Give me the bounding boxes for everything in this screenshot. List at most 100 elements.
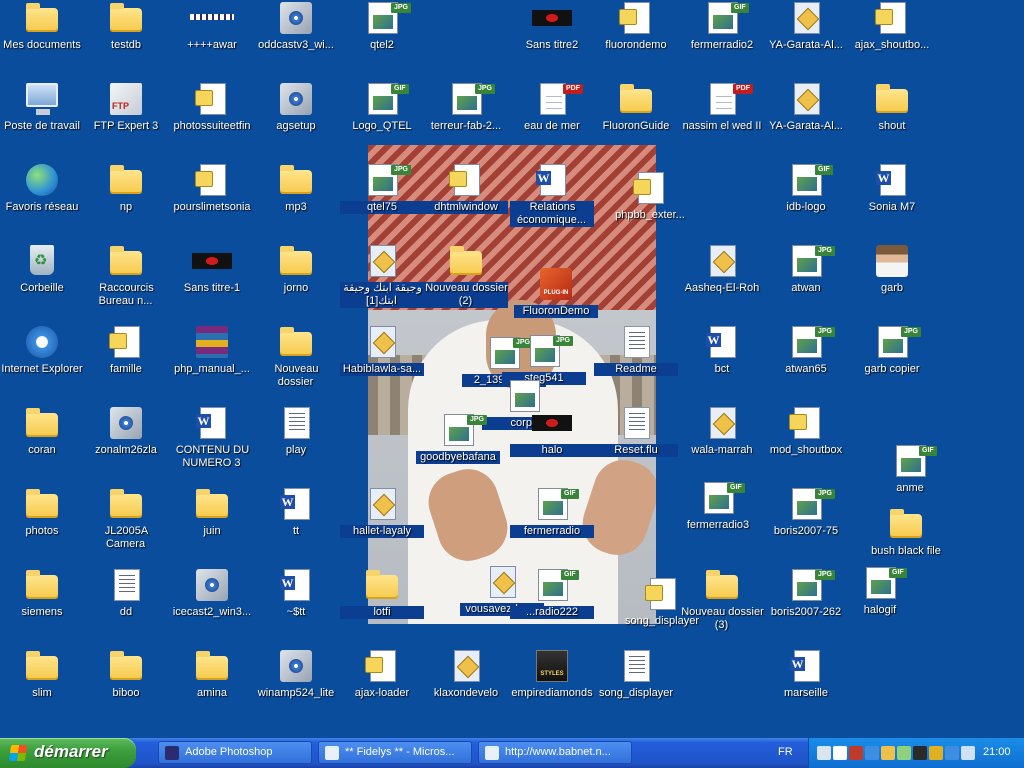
desktop-icon[interactable]: YA-Garata-Al... (764, 2, 848, 80)
desktop-icon[interactable]: JPG qtel2 (340, 2, 424, 80)
desktop-icon[interactable]: JL2005A Camera (84, 488, 168, 566)
desktop-icon[interactable]: hallet-layaly (340, 488, 424, 566)
desktop-icon[interactable]: play (254, 407, 338, 485)
desktop-icon[interactable]: halo (510, 407, 594, 485)
desktop-icon[interactable]: amina (170, 650, 254, 728)
desktop-icon[interactable]: wala-marrah (680, 407, 764, 485)
desktop-icon[interactable]: ajax_shoutbo... (850, 2, 934, 80)
desktop-icon[interactable]: dd (84, 569, 168, 647)
desktop-icon[interactable]: agsetup (254, 83, 338, 161)
link-icon[interactable] (945, 746, 959, 760)
desktop-icon[interactable]: Habiblawla-sa... (340, 326, 424, 404)
disconnected-icon[interactable] (849, 746, 863, 760)
desktop-icon[interactable]: JPG atwan (764, 245, 848, 323)
desktop-icon[interactable]: JPG boris2007-75 (764, 488, 848, 566)
desktop-icon[interactable]: biboo (84, 650, 168, 728)
desktop-icon[interactable]: fluorondemo (594, 2, 678, 80)
clock[interactable]: 21:00 (983, 746, 1011, 758)
language-indicator[interactable]: FR (778, 746, 793, 758)
desktop-icon[interactable]: JPG garb copier (850, 326, 934, 404)
meter-icon[interactable] (913, 746, 927, 760)
desktop-icon[interactable]: JPG qtel75 (340, 164, 424, 242)
desktop-icon[interactable]: shout (850, 83, 934, 161)
desktop-icon[interactable]: winamp524_lite (254, 650, 338, 728)
speaker-icon[interactable] (881, 746, 895, 760)
calendar-126-icon[interactable] (833, 746, 847, 760)
taskbar-button[interactable]: ** Fidelys ** - Micros... (318, 741, 472, 764)
desktop-icon[interactable]: Favoris réseau (0, 164, 84, 242)
desktop-icon[interactable]: php_manual_... (170, 326, 254, 404)
display-icon[interactable] (929, 746, 943, 760)
desktop-icon[interactable]: garb (850, 245, 934, 323)
desktop-icon[interactable]: Sans titre2 (510, 2, 594, 80)
desktop-icon[interactable]: Relations économique... (510, 164, 594, 242)
desktop-icon[interactable]: dhtmlwindow (424, 164, 508, 242)
desktop-icon[interactable]: YA-Garata-Al... (764, 83, 848, 161)
desktop-icon[interactable]: mp3 (254, 164, 338, 242)
desktop-icon[interactable]: np (84, 164, 168, 242)
desktop-icon[interactable]: GIF ...radio222 (510, 569, 594, 647)
desktop-icon[interactable]: phpbb_exter... (608, 172, 692, 250)
network-icon[interactable] (817, 746, 831, 760)
desktop-icon[interactable]: empirediamonds (510, 650, 594, 728)
start-button[interactable]: démarrer (0, 738, 136, 768)
monitor-icon[interactable] (961, 746, 975, 760)
desktop-icon[interactable]: CONTENU DU NUMERO 3 (170, 407, 254, 485)
desktop-icon[interactable]: Internet Explorer (0, 326, 84, 404)
desktop-icon[interactable]: ++++awar (170, 2, 254, 80)
desktop-icon[interactable]: photossuiteetfin (170, 83, 254, 161)
desktop-icon[interactable]: Sonia M7 (850, 164, 934, 242)
desktop-icon[interactable]: siemens (0, 569, 84, 647)
desktop-icon[interactable]: FluoronGuide (594, 83, 678, 161)
desktop-icon[interactable]: zonalm26zla (84, 407, 168, 485)
desktop-icon[interactable]: GIF fermerradio2 (680, 2, 764, 80)
desktop-icon[interactable]: JPG goodbyebafana (416, 414, 500, 492)
mail-icon[interactable] (897, 746, 911, 760)
desktop-icon[interactable]: jorno (254, 245, 338, 323)
desktop-icon[interactable]: song_displayer (594, 650, 678, 728)
desktop-icon[interactable]: PDF nassim el wed II (680, 83, 764, 161)
desktop-icon[interactable]: oddcastv3_wi... (254, 2, 338, 80)
desktop-icon[interactable]: Raccourcis Bureau n... (84, 245, 168, 323)
desktop-icon[interactable]: Readme (594, 326, 678, 404)
taskbar-button[interactable]: Adobe Photoshop (158, 741, 312, 764)
desktop-icon[interactable]: testdb (84, 2, 168, 80)
desktop-icon[interactable]: JPG terreur-fab-2... (424, 83, 508, 161)
desktop-icon[interactable]: GIF idb-logo (764, 164, 848, 242)
desktop-icon[interactable]: Mes documents (0, 2, 84, 80)
desktop-icon[interactable]: وجيقة ابتك وجيقة ابتك[1] (340, 245, 424, 323)
security-icon[interactable] (865, 746, 879, 760)
desktop-icon[interactable]: PDF eau de mer (510, 83, 594, 161)
desktop-icon[interactable]: ajax-loader (340, 650, 424, 728)
taskbar-button[interactable]: http://www.babnet.n... (478, 741, 632, 764)
desktop-icon[interactable]: GIF fermerradio3 (676, 482, 760, 560)
desktop-icon[interactable]: icecast2_win3... (170, 569, 254, 647)
desktop-icon[interactable]: JPG atwan65 (764, 326, 848, 404)
desktop-icon[interactable]: tt (254, 488, 338, 566)
desktop-icon[interactable]: ~$tt (254, 569, 338, 647)
desktop-icon[interactable]: famille (84, 326, 168, 404)
desktop-icon[interactable]: coran (0, 407, 84, 485)
desktop-icon[interactable]: lotfi (340, 569, 424, 647)
desktop-icon[interactable]: GIF fermerradio (510, 488, 594, 566)
desktop-icon[interactable]: bct (680, 326, 764, 404)
desktop-icon[interactable]: photos (0, 488, 84, 566)
desktop-icon[interactable]: pourslimetsonia (170, 164, 254, 242)
desktop-icon[interactable]: slim (0, 650, 84, 728)
desktop-icon[interactable]: Sans titre-1 (170, 245, 254, 323)
desktop-icon[interactable]: GIF Logo_QTEL (340, 83, 424, 161)
desktop-icon[interactable]: Nouveau dossier (3) (680, 569, 764, 647)
desktop-icon[interactable]: Nouveau dossier (254, 326, 338, 404)
desktop-icon[interactable]: GIF halogif (838, 567, 922, 645)
desktop-icon[interactable]: JPG boris2007-262 (764, 569, 848, 647)
desktop-icon[interactable]: Corbeille (0, 245, 84, 323)
desktop-icon[interactable]: Reset.flu (594, 407, 678, 485)
desktop-icon[interactable]: marseille (764, 650, 848, 728)
desktop-icon[interactable]: mod_shoutbox (764, 407, 848, 485)
desktop[interactable]: Mes documents testdb ++++awar oddcastv3_wi.… (0, 0, 1024, 738)
desktop-icon[interactable]: Nouveau dossier (2) (424, 245, 508, 323)
desktop-icon[interactable]: Poste de travail (0, 83, 84, 161)
desktop-icon[interactable]: FTP Expert 3 (84, 83, 168, 161)
desktop-icon[interactable]: juin (170, 488, 254, 566)
desktop-icon[interactable]: Aasheq-El-Roh (680, 245, 764, 323)
